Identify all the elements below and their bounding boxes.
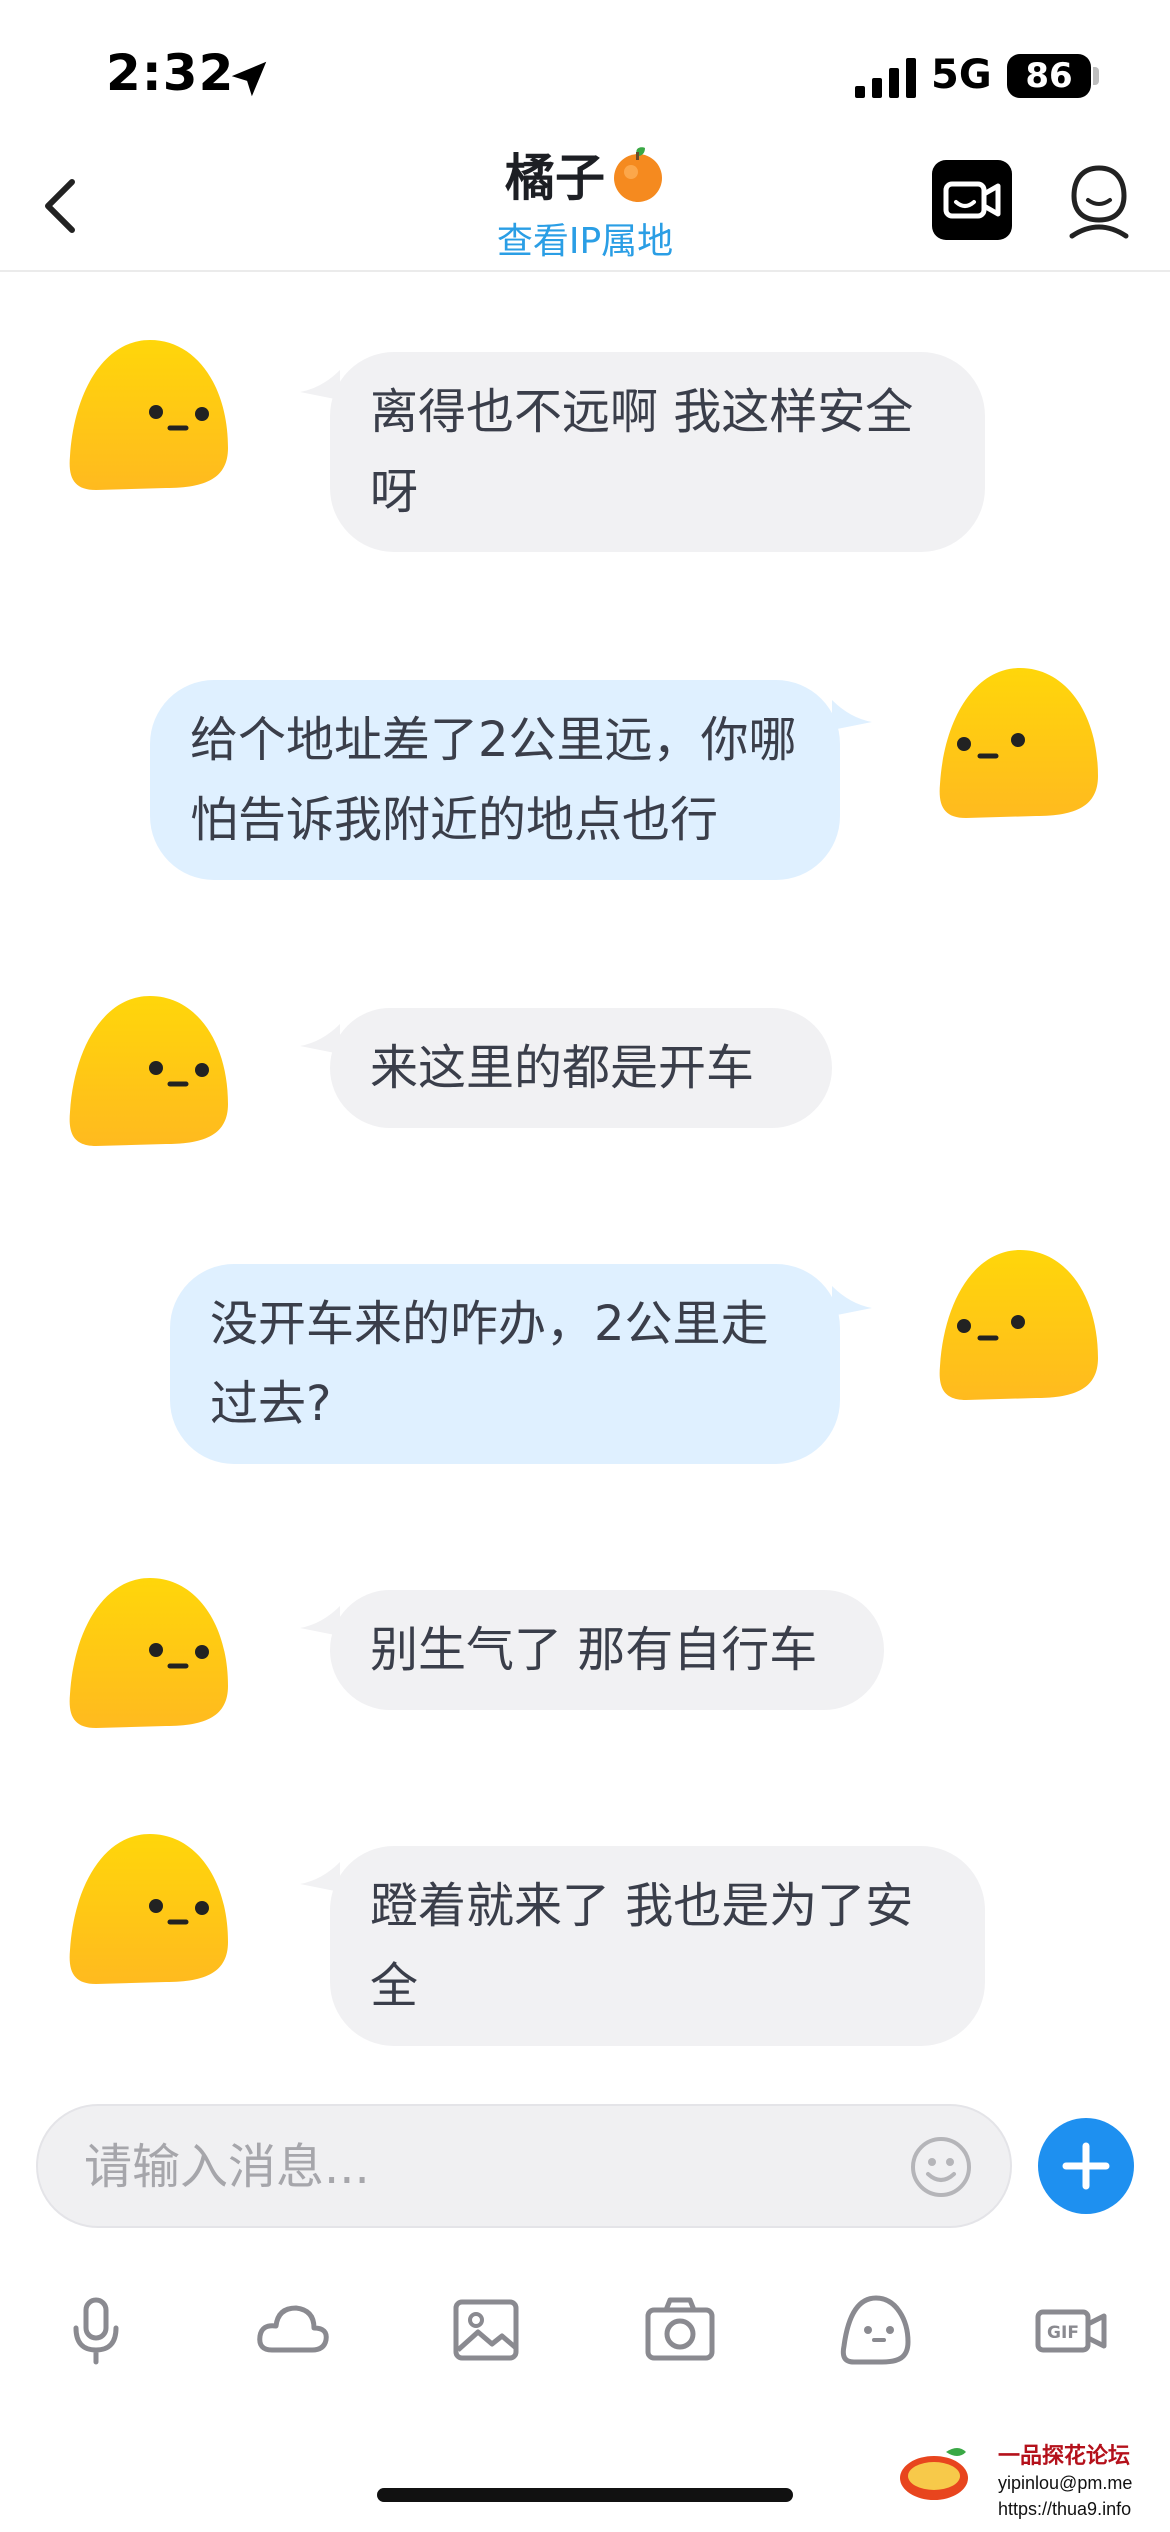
gif-icon[interactable]: GIF <box>1032 2290 1112 2370</box>
image-icon[interactable] <box>446 2290 526 2370</box>
plus-icon <box>1062 2142 1110 2190</box>
battery-icon: 86 <box>1007 54 1091 98</box>
contact-avatar[interactable] <box>66 1574 232 1730</box>
video-camera-icon <box>943 181 1001 219</box>
network-type: 5G <box>931 52 992 98</box>
my-avatar[interactable] <box>936 1246 1102 1402</box>
video-call-button[interactable] <box>932 160 1012 240</box>
message-bubble-incoming[interactable]: 离得也不远啊 我这样安全呀 <box>330 352 985 552</box>
title-row: 橘子 <box>385 138 785 210</box>
emoji-icon[interactable] <box>908 2134 974 2200</box>
status-bar: 2:32 5G 86 <box>0 0 1170 140</box>
orange-emoji-icon <box>614 147 662 202</box>
signal-icon <box>855 58 916 98</box>
battery-cap <box>1093 67 1099 85</box>
message-bubble-outgoing[interactable]: 没开车来的咋办，2公里走过去? <box>170 1264 840 1464</box>
cloud-icon[interactable] <box>252 2290 332 2370</box>
message-bubble-incoming[interactable]: 蹬着就来了 我也是为了安全 <box>330 1846 985 2046</box>
contact-avatar[interactable] <box>66 992 232 1148</box>
chat-title: 橘子 <box>505 149 605 207</box>
location-arrow-icon <box>231 61 267 97</box>
contact-avatar[interactable] <box>66 336 232 492</box>
status-time: 2:32 <box>106 44 235 102</box>
camera-icon[interactable] <box>640 2290 720 2370</box>
svg-text:GIF: GIF <box>1047 2323 1079 2343</box>
view-ip-location-link[interactable]: 查看IP属地 <box>385 212 785 264</box>
profile-button[interactable] <box>1064 160 1134 242</box>
my-avatar[interactable] <box>936 664 1102 820</box>
add-button[interactable] <box>1038 2118 1134 2214</box>
message-input-box[interactable] <box>36 2104 1012 2228</box>
chat-header: 橘子 查看IP属地 <box>0 130 1170 272</box>
contact-avatar[interactable] <box>66 1830 232 1986</box>
watermark-email: yipinlou@pm.me <box>998 2473 1133 2493</box>
sticker-icon[interactable] <box>836 2290 916 2370</box>
bubble-tail <box>832 700 872 730</box>
message-input[interactable] <box>84 2132 884 2202</box>
back-button[interactable] <box>36 170 88 242</box>
watermark-url: https://thua9.info <box>998 2499 1132 2519</box>
watermark-title: 一品探花论坛 <box>998 2443 1131 2468</box>
watermark-logo <box>900 2448 968 2500</box>
mic-icon[interactable] <box>56 2290 136 2370</box>
message-bubble-incoming[interactable]: 来这里的都是开车 <box>330 1008 832 1128</box>
watermark-text: 一品探花论坛 yipinlou@pm.me https://thua9.info <box>998 2438 1168 2522</box>
home-indicator[interactable] <box>377 2488 793 2502</box>
message-bubble-outgoing[interactable]: 给个地址差了2公里远，你哪怕告诉我附近的地点也行 <box>150 680 840 880</box>
message-bubble-incoming[interactable]: 别生气了 那有自行车 <box>330 1590 884 1710</box>
